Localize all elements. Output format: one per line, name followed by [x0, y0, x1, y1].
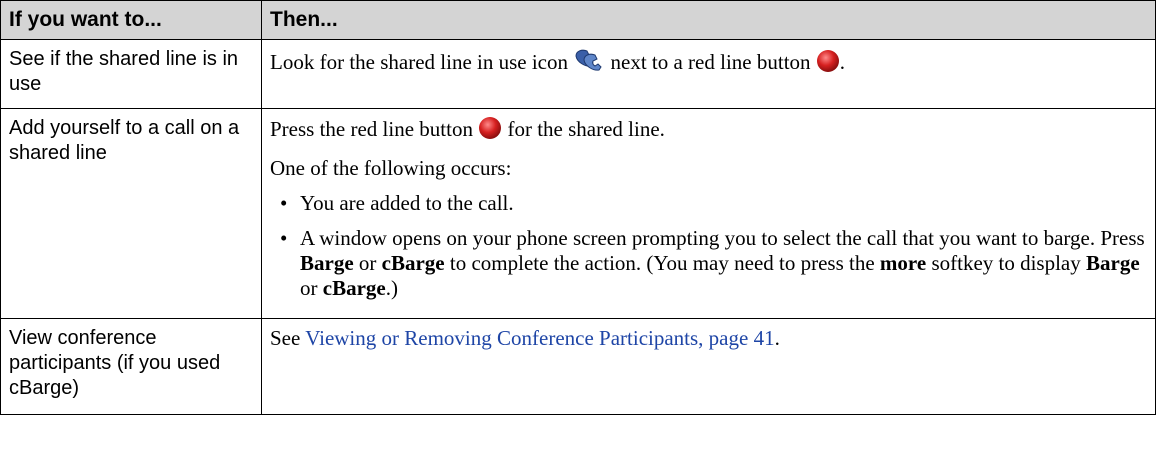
task-cell: Add yourself to a call on a shared line: [0, 108, 262, 319]
action-text: See: [270, 326, 301, 350]
instructions-table: If you want to... Then... See if the sha…: [0, 0, 1156, 415]
action-text: next to a red line button: [610, 49, 811, 74]
action-cell: Look for the shared line in use icon nex…: [261, 39, 1156, 109]
shared-line-in-use-icon: [573, 47, 605, 81]
softkey-name: Barge: [300, 251, 354, 275]
action-text: One of the following occurs:: [270, 156, 512, 180]
list-item-text: or: [300, 276, 318, 300]
action-text: Press the red line button: [270, 116, 473, 141]
action-text: for the shared line.: [507, 116, 665, 141]
table-row: See if the shared line is in use Look fo…: [0, 39, 1156, 109]
action-cell: Press the red line button for the shared…: [261, 108, 1156, 319]
table-header-row: If you want to... Then...: [0, 0, 1156, 40]
list-item-text: to complete the action. (You may need to…: [449, 251, 875, 275]
conference-participants-link[interactable]: Viewing or Removing Conference Participa…: [305, 326, 774, 350]
list-item-text: You are added to the call.: [300, 191, 514, 215]
column-header-action: Then...: [261, 0, 1156, 40]
red-line-button-icon: [478, 116, 502, 146]
bullet: •: [280, 191, 288, 215]
action-cell: See Viewing or Removing Conference Parti…: [261, 318, 1156, 415]
softkey-name: more: [879, 251, 927, 275]
column-header-task: If you want to...: [0, 0, 262, 40]
list-item-text: .): [385, 276, 398, 300]
task-cell: See if the shared line is in use: [0, 39, 262, 109]
action-text: Look for the shared line in use icon: [270, 49, 568, 74]
list-item: • A window opens on your phone screen pr…: [270, 226, 1147, 301]
softkey-name: Barge: [1086, 251, 1140, 275]
softkey-name: cBarge: [322, 276, 386, 300]
list-item-text: or: [358, 251, 377, 275]
table-row: Add yourself to a call on a shared line …: [0, 108, 1156, 319]
red-line-button-icon: [816, 49, 840, 79]
bullet: •: [280, 226, 288, 250]
task-cell: View conference participants (if you use…: [0, 318, 262, 415]
action-text: .: [839, 49, 846, 74]
list-item-text: softkey to display: [931, 251, 1081, 275]
table-row: View conference participants (if you use…: [0, 318, 1156, 415]
list-item-text: A window opens on your phone screen prom…: [300, 226, 1145, 250]
action-text: .: [774, 326, 780, 350]
list-item: • You are added to the call.: [270, 191, 1147, 216]
outcome-list: • You are added to the call. • A window …: [270, 191, 1147, 301]
softkey-name: cBarge: [381, 251, 445, 275]
